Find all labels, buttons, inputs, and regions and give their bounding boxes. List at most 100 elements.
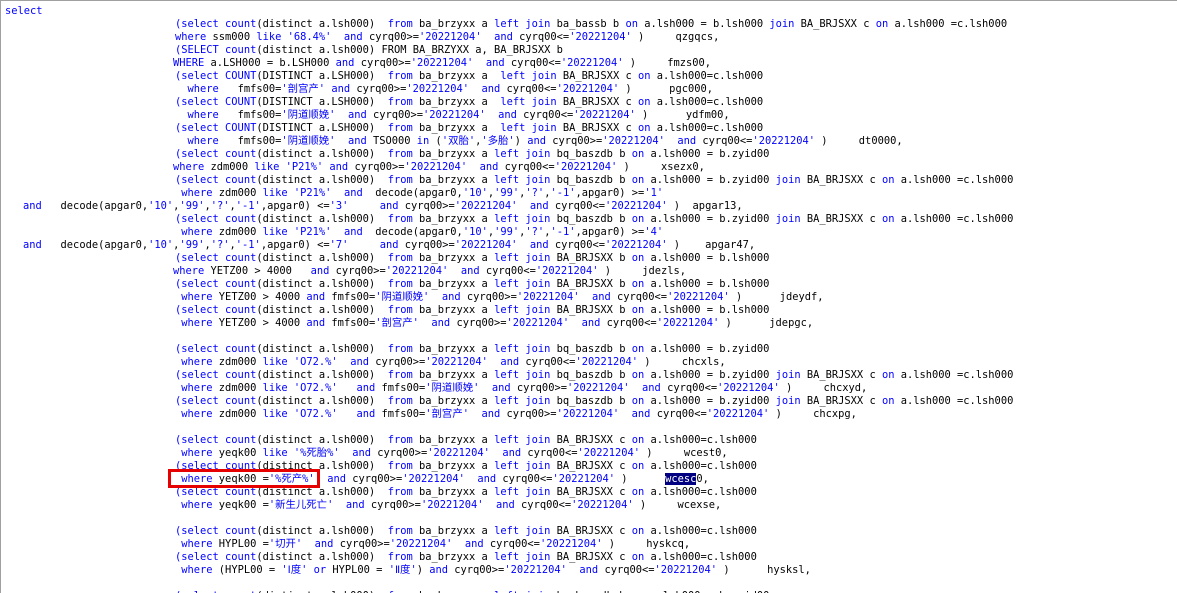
code-line[interactable]: where (HYPL00 = 'Ⅰ度' or HYPL00 = 'Ⅱ度') a… <box>175 564 811 577</box>
code-line[interactable]: WHERE a.LSH000 = b.LSH000 and cyrq00>='2… <box>173 57 711 70</box>
sql-keyword: and <box>631 408 651 420</box>
code-line[interactable]: where zdm000 like 'O72.%' and cyrq00>='2… <box>175 356 725 369</box>
sql-text: ,apgar0) >= <box>575 187 645 199</box>
code-line[interactable]: where fmfs00='剖宫产' and cyrq00>='20221204… <box>175 83 713 96</box>
code-line[interactable]: (select count(distinct a.lsh000) from ba… <box>175 18 1007 31</box>
code-line[interactable]: where yeqk00 ='新生儿死亡' and cyrq00>='20221… <box>175 499 721 512</box>
sql-string-literal: '20221204' <box>427 447 490 459</box>
sql-keyword: like <box>262 382 288 394</box>
sql-keyword: left join <box>494 174 551 186</box>
sql-keyword: (select count <box>175 304 257 316</box>
sql-text: ba_brzyxx a <box>412 434 495 446</box>
sql-keyword: and <box>314 538 334 550</box>
code-line[interactable]: select <box>5 5 43 18</box>
sql-text: ba_brzyxx a <box>412 122 501 134</box>
sql-text: decode(apgar0, <box>362 226 463 238</box>
code-line[interactable]: (select count(distinct a.lsh000) from ba… <box>175 304 769 317</box>
sql-text: fmfs00= <box>325 317 376 329</box>
code-line[interactable]: (select COUNT(DISTINCT a.LSH000) from ba… <box>175 96 763 109</box>
sql-text: cyrq00<= <box>521 447 578 459</box>
code-line[interactable]: where zdm000 like 'P21%' and cyrq00>='20… <box>173 161 705 174</box>
sql-keyword: and <box>306 317 326 329</box>
code-line[interactable]: where HYPL00 ='切开' and cyrq00>='20221204… <box>175 538 690 551</box>
sql-text: ssm000 <box>206 31 257 43</box>
code-line[interactable]: where fmfs00='阴道顺娩' and cyrq00>='2022120… <box>175 109 730 122</box>
code-line[interactable]: (select count(distinct a.lsh000) from ba… <box>175 551 757 564</box>
sql-string-literal: '阴道顺娩' <box>375 291 430 303</box>
sql-text: cyrq00<= <box>500 83 557 95</box>
code-line[interactable]: where YETZ00 > 4000 and fmfs00='阴道顺娩' an… <box>175 291 823 304</box>
sql-keyword: on <box>631 343 645 355</box>
code-line[interactable]: where zdm000 like 'P21%' and decode(apga… <box>175 226 663 239</box>
code-line[interactable]: (select count(distinct a.lsh000) from ba… <box>175 213 1013 226</box>
code-line[interactable]: (select count(distinct a.lsh000) from ba… <box>175 174 1013 187</box>
sql-text: BA_BRJSXX c <box>800 369 882 381</box>
code-line[interactable]: where zdm000 like 'O72.%' and fmfs00='阴道… <box>175 382 867 395</box>
sql-text: ) <box>615 473 666 485</box>
code-line[interactable]: (select count(distinct a.lsh000) from ba… <box>175 148 769 161</box>
code-line[interactable]: where yeqk00 like '%死胎%' and cyrq00>='20… <box>175 447 727 460</box>
code-line[interactable]: where zdm000 like 'P21%' and decode(apga… <box>175 187 663 200</box>
sql-text: BA_BRJSXX c <box>556 122 638 134</box>
sql-string-literal: '20221204' <box>402 473 465 485</box>
code-line[interactable]: (select count(distinct a.lsh000) from ba… <box>175 525 757 538</box>
sql-string-literal: '20221204' <box>566 382 630 394</box>
sql-text: bq_baszdb b <box>550 174 632 186</box>
sql-keyword: (select count <box>175 252 257 264</box>
code-line[interactable]: (select count(distinct a.lsh000) from ba… <box>175 343 769 356</box>
sql-string-literal: '%死胎%' <box>287 447 340 459</box>
sql-text: BA_BRJSXX b <box>550 278 632 290</box>
code-line[interactable]: and decode(apgar0,'10','99','?','-1',apg… <box>23 200 743 213</box>
sql-string-literal: '20221204' <box>569 31 632 43</box>
sql-text: cyrq00>= <box>460 291 517 303</box>
sql-keyword: and <box>485 57 505 69</box>
sql-text: a.lsh000 = b.lsh000 <box>644 252 770 264</box>
sql-keyword: where <box>181 408 213 420</box>
code-line[interactable]: where fmfs00='阴道顺娩' and TSO000 in ('双胎',… <box>175 135 903 148</box>
code-line[interactable]: (SELECT count(distinct a.lsh000) FROM BA… <box>175 44 563 57</box>
sql-string-literal: '20221204' <box>602 135 665 147</box>
code-line[interactable]: where ssm000 like '68.4%' and cyrq00>='2… <box>175 31 719 44</box>
sql-keyword: and <box>460 265 480 277</box>
code-line[interactable]: (select count(distinct a.lsh000) from ba… <box>175 395 1013 408</box>
sql-string-literal: '20221204' <box>577 447 641 459</box>
sql-editor[interactable]: select (select count(distinct a.lsh000) f… <box>0 0 1177 593</box>
sql-keyword: (select count <box>175 148 257 160</box>
sql-keyword: and <box>477 473 497 485</box>
sql-string-literal: '20221204' <box>410 57 474 69</box>
code-line[interactable]: (select count(distinct a.lsh000) from ba… <box>175 278 769 291</box>
code-line[interactable]: (select COUNT(DISTINCT a.LSH000) from ba… <box>175 122 763 135</box>
sql-keyword: left join <box>494 252 551 264</box>
sql-keyword: from <box>387 525 413 537</box>
sql-keyword: and <box>529 200 549 212</box>
sql-keyword: WHERE <box>173 57 205 69</box>
sql-text: ba_brzyxx a <box>412 174 495 186</box>
sql-text: YETZ00 > 4000 <box>212 317 307 329</box>
sql-text: cyrq00>= <box>450 317 507 329</box>
sql-text: cyrq00<= <box>512 31 570 43</box>
sql-text: BA_BRJSXX c <box>550 486 632 498</box>
sql-string-literal: '20221204' <box>506 317 570 329</box>
code-line[interactable]: (select COUNT(DISTINCT a.LSH000) from ba… <box>175 70 763 83</box>
sql-text: ) <box>514 135 528 147</box>
sql-keyword: from <box>387 460 413 472</box>
code-line[interactable]: (select count(distinct a.lsh000) from ba… <box>175 252 769 265</box>
code-line[interactable]: where YETZ00 > 4000 and cyrq00>='2022120… <box>173 265 686 278</box>
code-line[interactable]: where zdm000 like 'O72.%' and fmfs00='剖宫… <box>175 408 857 421</box>
code-line[interactable]: where YETZ00 > 4000 and fmfs00='剖宫产' and… <box>175 317 813 330</box>
code-line[interactable]: and decode(apgar0,'10','99','?','-1',apg… <box>23 239 755 252</box>
sql-keyword: from <box>387 486 413 498</box>
code-line[interactable]: (select count(distinct a.lsh000) from ba… <box>175 434 757 447</box>
sql-string-literal: '3' <box>329 200 349 212</box>
sql-text: decode(apgar0, <box>41 239 149 251</box>
code-line[interactable]: (select count(distinct a.lsh000) from ba… <box>175 369 1013 382</box>
sql-keyword: (select COUNT <box>175 122 257 134</box>
sql-keyword: and <box>494 31 513 43</box>
sql-text: bq_baszdb b <box>550 395 632 407</box>
